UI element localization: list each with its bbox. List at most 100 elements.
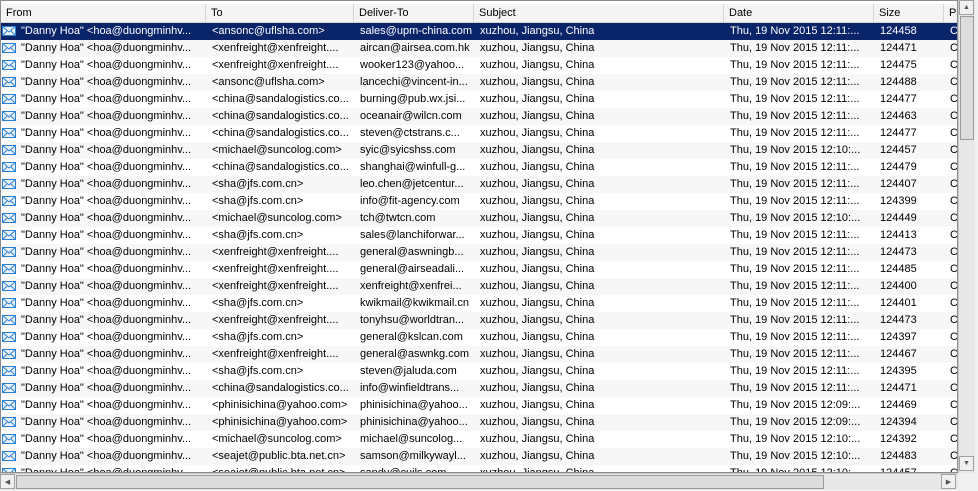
table-row[interactable]: "Danny Hoa" <hoa@duongminhv... <sha@jfs.c…: [1, 176, 957, 193]
arrow-up-icon[interactable]: ▲: [959, 0, 974, 15]
cell-size: 124457: [880, 467, 917, 473]
cell-extra: C: [950, 331, 958, 343]
cell-subject: xuzhou, Jiangsu, China: [480, 365, 595, 377]
table-row[interactable]: "Danny Hoa" <hoa@duongminhv... <sha@jfs.c…: [1, 329, 958, 346]
cell-extra: C: [950, 93, 958, 105]
cell-extra: C: [950, 59, 958, 71]
cell-subject: xuzhou, Jiangsu, China: [480, 229, 595, 241]
column-header-extra[interactable]: Pa: [944, 4, 957, 22]
arrow-left-icon[interactable]: ◀: [0, 474, 15, 489]
cell-size: 124407: [880, 178, 917, 190]
cell-to: <sha@jfs.com.cn>: [212, 229, 304, 241]
cell-deliver-to: phinisichina@yahoo...: [360, 399, 468, 411]
table-row[interactable]: "Danny Hoa" <hoa@duongminhv... <phinisich…: [1, 414, 957, 431]
cell-to: <ansonc@uflsha.com>: [212, 25, 325, 37]
cell-from: "Danny Hoa" <hoa@duongminhv...: [21, 365, 192, 377]
mail-envelope-icon: [2, 332, 16, 342]
table-row[interactable]: "Danny Hoa" <hoa@duongminhv... <xenfreigh…: [1, 57, 958, 74]
table-row[interactable]: "Danny Hoa" <hoa@duongminhv... <xenfreigh…: [1, 312, 957, 329]
column-header-to[interactable]: To: [206, 4, 354, 22]
table-row[interactable]: "Danny Hoa" <hoa@duongminhv... <seajet@pu…: [1, 465, 957, 473]
table-row[interactable]: "Danny Hoa" <hoa@duongminhv... <michael@s…: [1, 210, 957, 227]
cell-extra: C: [950, 76, 958, 88]
cell-deliver-to: phinisichina@yahoo...: [360, 416, 468, 428]
column-header-size[interactable]: Size: [874, 4, 944, 22]
mail-envelope-icon: [2, 145, 16, 155]
table-row[interactable]: "Danny Hoa" <hoa@duongminhv... <china@san…: [1, 108, 957, 125]
horizontal-scrollbar[interactable]: ◀ ▶: [0, 473, 958, 490]
cell-deliver-to: syic@syicshss.com: [360, 144, 456, 156]
cell-subject: xuzhou, Jiangsu, China: [480, 331, 595, 343]
table-row[interactable]: "Danny Hoa" <hoa@duongminhv... <michael@s…: [1, 142, 957, 159]
cell-to: <michael@suncolog.com>: [212, 144, 342, 156]
arrow-down-icon[interactable]: ▼: [959, 456, 974, 471]
cell-to: <xenfreight@xenfreight....: [212, 42, 339, 54]
table-row[interactable]: "Danny Hoa" <hoa@duongminhv... <china@san…: [1, 159, 957, 176]
cell-size: 124400: [880, 280, 917, 292]
cell-extra: C: [950, 127, 958, 139]
horizontal-scroll-thumb[interactable]: [16, 475, 824, 489]
cell-deliver-to: burning@pub.wx.jsi...: [360, 93, 466, 105]
cell-date: Thu, 19 Nov 2015 12:10:...: [730, 144, 861, 156]
mail-envelope-icon: [2, 26, 16, 36]
table-row[interactable]: "Danny Hoa" <hoa@duongminhv... <china@san…: [1, 380, 957, 397]
table-row[interactable]: "Danny Hoa" <hoa@duongminhv... <xenfreigh…: [1, 278, 957, 295]
vertical-scrollbar[interactable]: ▲ ▼: [958, 0, 975, 473]
table-row[interactable]: "Danny Hoa" <hoa@duongminhv... <sha@jfs.c…: [1, 295, 957, 312]
table-row[interactable]: "Danny Hoa" <hoa@duongminhv... <xenfreigh…: [1, 261, 957, 278]
cell-subject: xuzhou, Jiangsu, China: [480, 382, 595, 394]
table-row[interactable]: "Danny Hoa" <hoa@duongminhv... <michael@s…: [1, 431, 957, 448]
cell-to: <xenfreight@xenfreight....: [212, 314, 339, 326]
cell-size: 124392: [880, 433, 917, 445]
cell-size: 124477: [880, 93, 917, 105]
cell-to: <sha@jfs.com.cn>: [212, 331, 304, 343]
cell-extra: C: [950, 365, 958, 377]
email-list-view: From To Deliver-To Subject Date Size Pa …: [0, 0, 958, 473]
vertical-scroll-thumb[interactable]: [960, 16, 974, 140]
cell-size: 124413: [880, 229, 917, 241]
cell-date: Thu, 19 Nov 2015 12:11:...: [730, 365, 860, 377]
table-row[interactable]: "Danny Hoa" <hoa@duongminhv... <xenfreigh…: [1, 244, 958, 261]
column-header-subject[interactable]: Subject: [474, 4, 724, 22]
table-row[interactable]: "Danny Hoa" <hoa@duongminhv... <china@san…: [1, 125, 958, 142]
mail-envelope-icon: [2, 434, 16, 444]
cell-deliver-to: aircan@airsea.com.hk: [360, 42, 470, 54]
column-header-date[interactable]: Date: [724, 4, 874, 22]
table-row[interactable]: "Danny Hoa" <hoa@duongminhv... <xenfreigh…: [1, 346, 957, 363]
cell-from: "Danny Hoa" <hoa@duongminhv...: [21, 178, 192, 190]
cell-subject: xuzhou, Jiangsu, China: [480, 161, 595, 173]
mail-envelope-icon: [2, 196, 16, 206]
arrow-right-icon[interactable]: ▶: [941, 474, 956, 489]
cell-size: 124399: [880, 195, 917, 207]
cell-date: Thu, 19 Nov 2015 12:11:...: [730, 348, 860, 360]
table-row[interactable]: "Danny Hoa" <hoa@duongminhv... <sha@jfs.c…: [1, 193, 957, 210]
table-row[interactable]: "Danny Hoa" <hoa@duongminhv... <sha@jfs.c…: [1, 363, 958, 380]
cell-deliver-to: general@airseadali...: [360, 263, 465, 275]
cell-from: "Danny Hoa" <hoa@duongminhv...: [21, 416, 192, 428]
table-row[interactable]: "Danny Hoa" <hoa@duongminhv... <phinisich…: [1, 397, 957, 414]
table-row[interactable]: "Danny Hoa" <hoa@duongminhv... <ansonc@uf…: [1, 74, 958, 91]
table-row[interactable]: "Danny Hoa" <hoa@duongminhv... <ansonc@uf…: [1, 23, 957, 40]
cell-to: <xenfreight@xenfreight....: [212, 348, 339, 360]
table-row[interactable]: "Danny Hoa" <hoa@duongminhv... <china@san…: [1, 91, 958, 108]
cell-extra: C: [950, 246, 958, 258]
cell-deliver-to: oceanair@wilcn.com: [360, 110, 462, 122]
cell-date: Thu, 19 Nov 2015 12:11:...: [730, 76, 860, 88]
cell-date: Thu, 19 Nov 2015 12:11:...: [730, 229, 860, 241]
cell-from: "Danny Hoa" <hoa@duongminhv...: [21, 450, 192, 462]
cell-size: 124473: [880, 314, 917, 326]
cell-size: 124479: [880, 161, 917, 173]
cell-size: 124401: [880, 297, 917, 309]
cell-extra: C: [950, 450, 958, 462]
cell-date: Thu, 19 Nov 2015 12:11:...: [730, 93, 860, 105]
cell-from: "Danny Hoa" <hoa@duongminhv...: [21, 161, 192, 173]
table-row[interactable]: "Danny Hoa" <hoa@duongminhv... <xenfreigh…: [1, 40, 957, 57]
cell-deliver-to: kwikmail@kwikmail.cn: [360, 297, 469, 309]
cell-date: Thu, 19 Nov 2015 12:10:...: [730, 450, 861, 462]
table-row[interactable]: "Danny Hoa" <hoa@duongminhv... <sha@jfs.c…: [1, 227, 957, 244]
mail-envelope-icon: [2, 383, 16, 393]
table-row[interactable]: "Danny Hoa" <hoa@duongminhv... <seajet@pu…: [1, 448, 958, 465]
column-header-deliver-to[interactable]: Deliver-To: [354, 4, 474, 22]
column-header-from[interactable]: From: [1, 4, 206, 22]
cell-size: 124395: [880, 365, 917, 377]
